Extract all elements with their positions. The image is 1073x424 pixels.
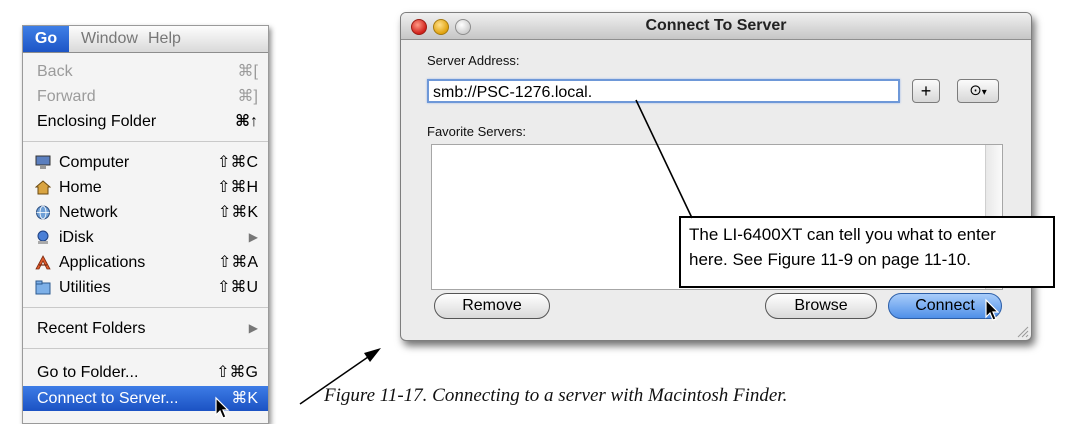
mouse-cursor-icon <box>215 396 230 419</box>
mouse-cursor-icon <box>985 298 1000 321</box>
annotation-overlay <box>215 99 1000 419</box>
figure-caption: Figure 11-17. Connecting to a server wit… <box>324 385 788 406</box>
callout-leader-line <box>635 99 693 219</box>
